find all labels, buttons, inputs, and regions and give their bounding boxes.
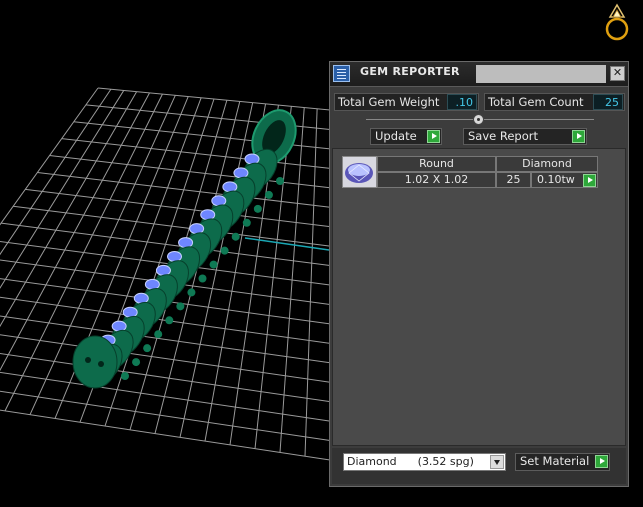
gem-count-cell: 25	[496, 172, 531, 188]
set-material-button[interactable]: Set Material	[515, 453, 610, 471]
update-label: Update	[375, 129, 417, 143]
material-select[interactable]: Diamond (3.52 spg)	[343, 453, 506, 471]
gem-material-cell: Diamond	[496, 156, 598, 172]
panel-titlebar[interactable]: GEM REPORTER ✕	[330, 62, 628, 87]
play-arrow-icon	[427, 130, 440, 143]
gem-size-cell: 1.02 X 1.02	[377, 172, 496, 188]
gem-list: Round Diamond 1.02 X 1.02 25 0.10tw	[332, 148, 626, 446]
set-material-label: Set Material	[520, 454, 590, 468]
title-separator	[476, 65, 606, 83]
caterpillar-pendant-model	[72, 109, 297, 389]
close-icon: ✕	[612, 66, 623, 79]
total-gem-count-field: Total Gem Count 25	[484, 93, 625, 111]
save-report-button[interactable]: Save Report	[463, 128, 587, 145]
total-gem-count-label: Total Gem Count	[488, 95, 584, 109]
gem-thumbnail-icon	[342, 156, 377, 188]
total-gem-weight-value: .10	[447, 94, 477, 110]
close-button[interactable]: ✕	[610, 66, 625, 81]
total-gem-count-value: 25	[593, 94, 623, 110]
update-button[interactable]: Update	[370, 128, 442, 145]
gem-weight-value: 0.10tw	[537, 173, 575, 186]
play-arrow-icon	[595, 455, 608, 468]
play-arrow-icon	[572, 130, 585, 143]
material-bar: Diamond (3.52 spg) Set Material	[332, 448, 626, 484]
gem-reporter-panel: GEM REPORTER ✕ Total Gem Weight .10 Tota…	[329, 61, 629, 487]
total-gem-weight-label: Total Gem Weight	[338, 95, 440, 109]
save-report-label: Save Report	[468, 129, 539, 143]
gem-reporter-icon	[333, 65, 350, 82]
ring-logo-icon	[604, 2, 630, 42]
material-select-value: Diamond (3.52 spg)	[347, 455, 474, 468]
gem-weight-cell[interactable]: 0.10tw	[531, 172, 598, 188]
panel-title: GEM REPORTER	[360, 65, 460, 78]
slider-knob[interactable]	[473, 114, 484, 125]
gem-shape-cell: Round	[377, 156, 496, 172]
total-gem-weight-field: Total Gem Weight .10	[334, 93, 479, 111]
play-arrow-icon[interactable]	[583, 174, 596, 187]
chevron-down-icon[interactable]	[490, 455, 504, 469]
